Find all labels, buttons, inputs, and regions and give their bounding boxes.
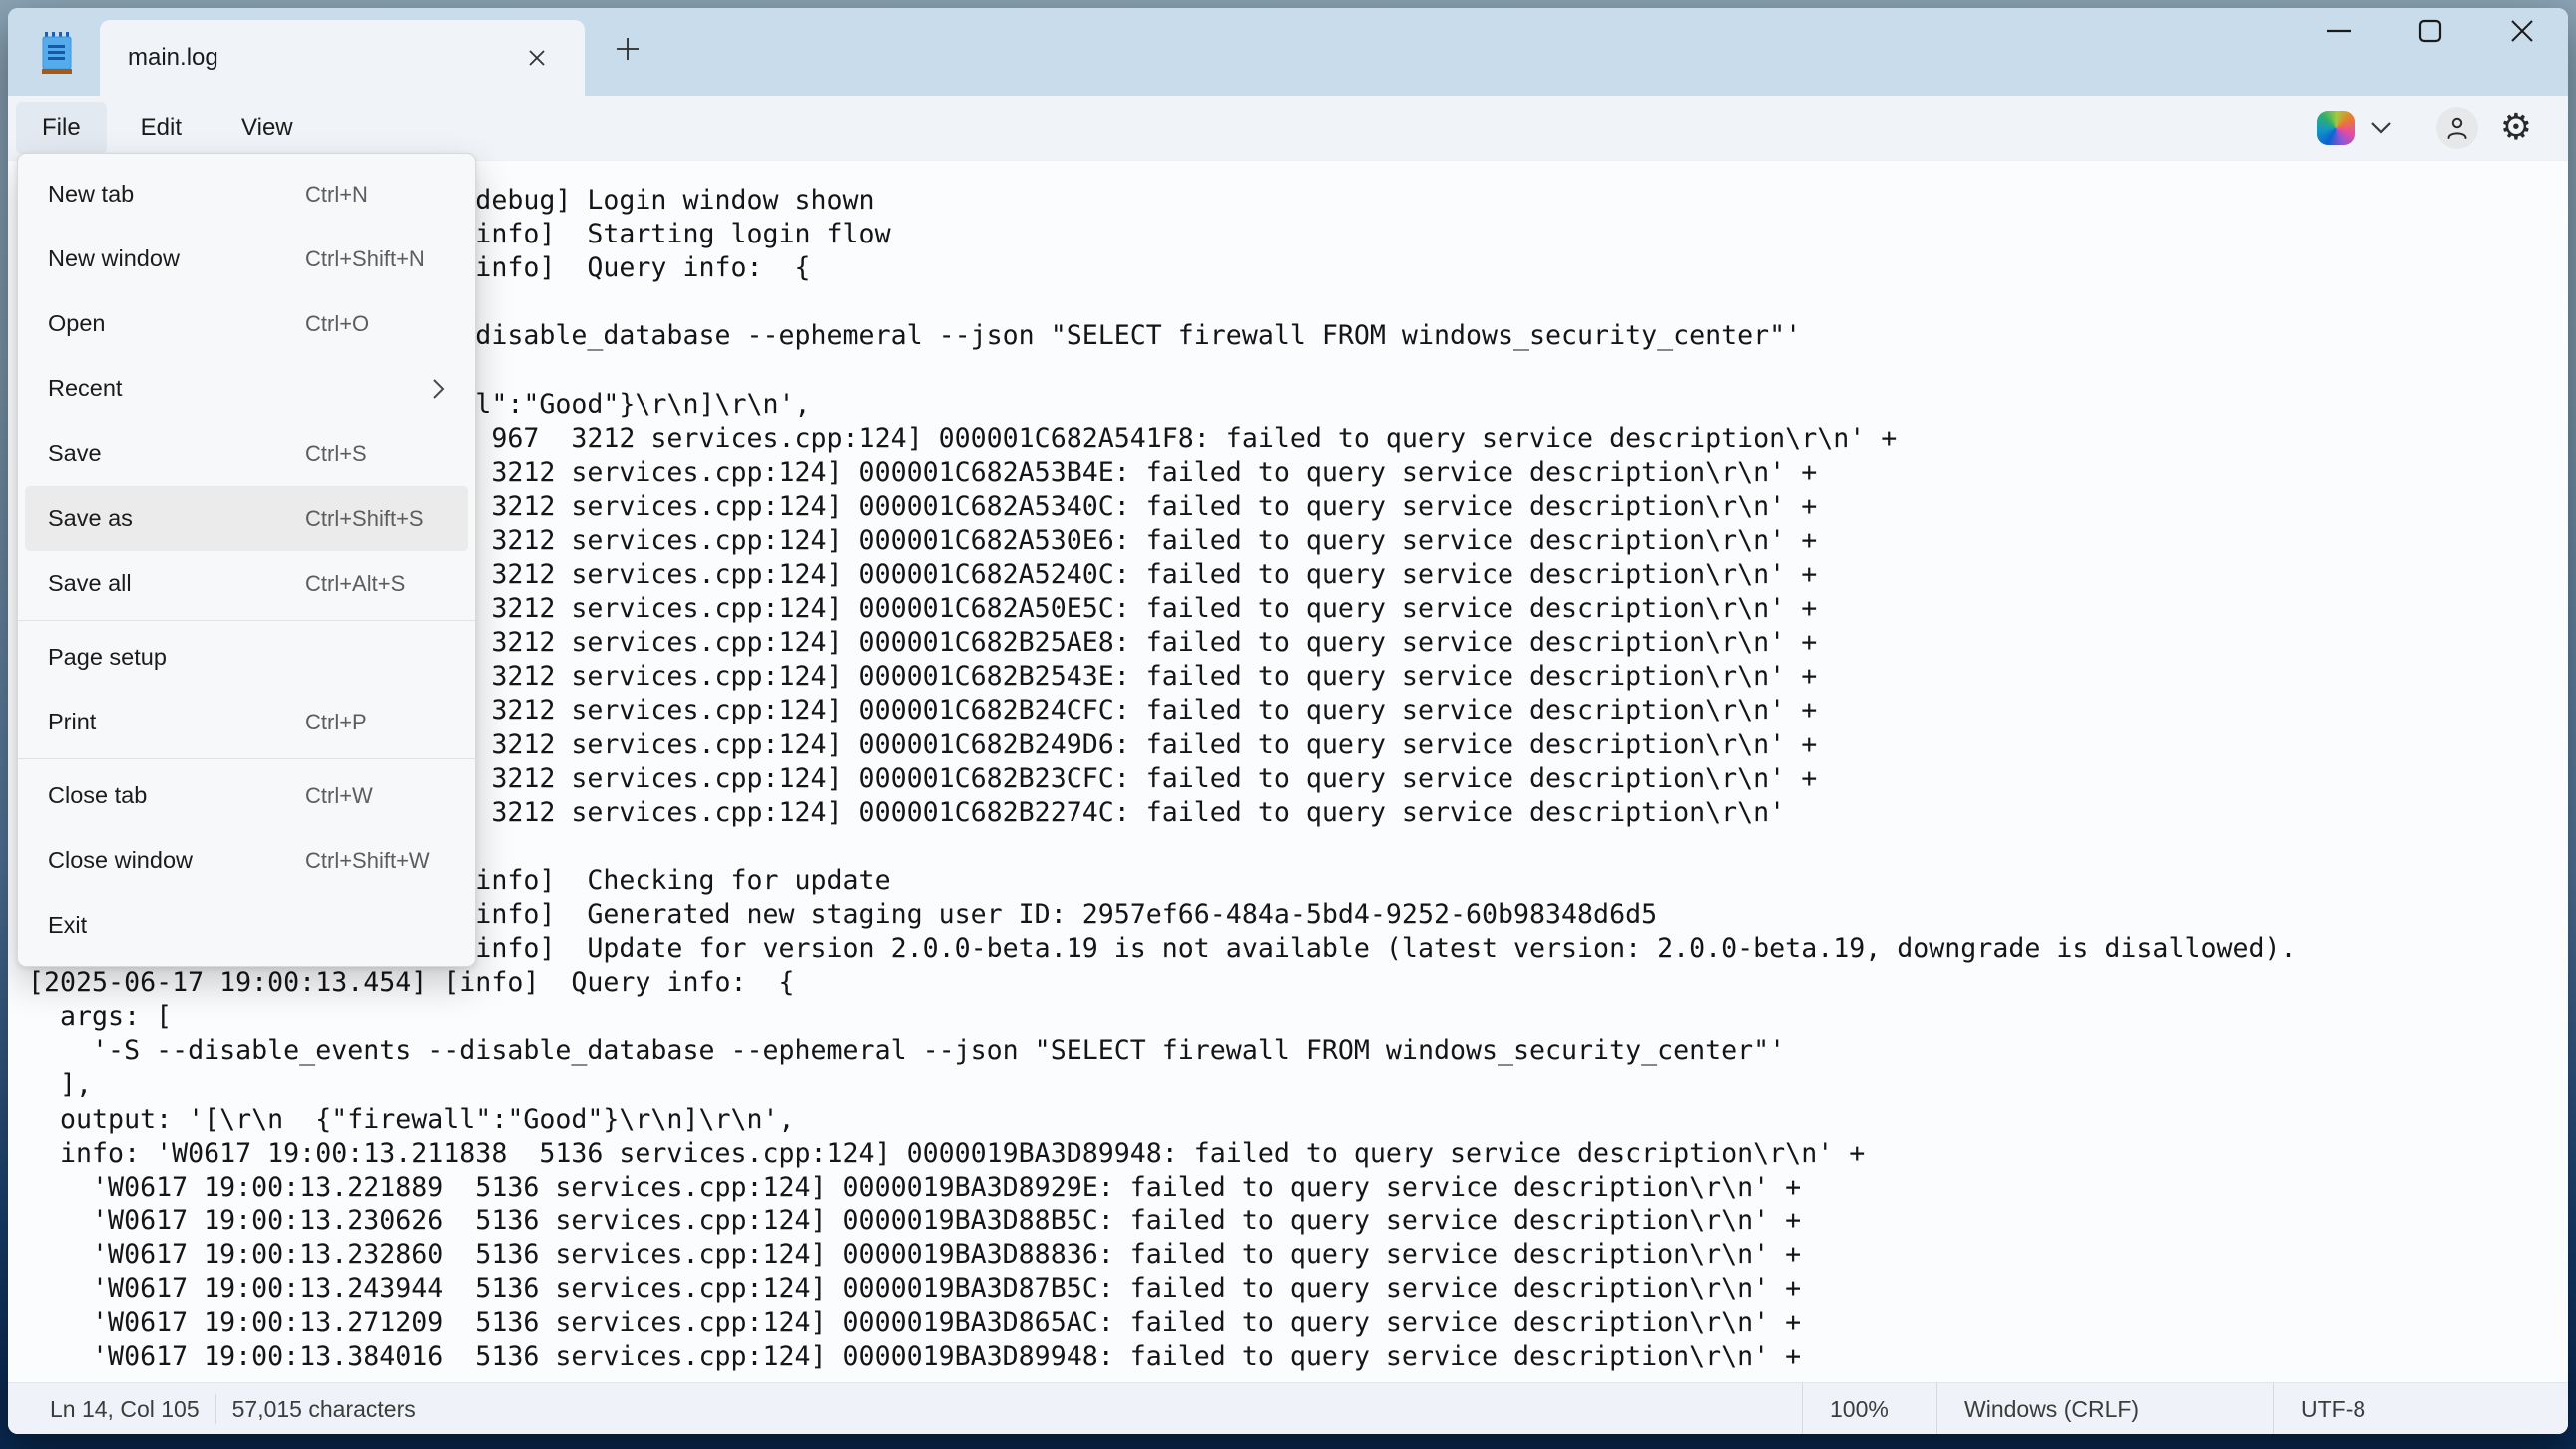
menu-item-shortcut: Ctrl+S bbox=[305, 441, 367, 467]
menu-view[interactable]: View bbox=[215, 102, 319, 154]
file-menu-item-save[interactable]: SaveCtrl+S bbox=[25, 421, 468, 486]
notepad-app-icon bbox=[42, 32, 72, 76]
menu-item-shortcut: Ctrl+Alt+S bbox=[305, 571, 405, 597]
file-menu: New tabCtrl+NNew windowCtrl+Shift+NOpenC… bbox=[17, 153, 476, 967]
file-menu-item-page-setup[interactable]: Page setup bbox=[25, 625, 468, 690]
menu-item-shortcut: Ctrl+N bbox=[305, 182, 368, 208]
copilot-icon bbox=[2317, 111, 2355, 145]
close-icon bbox=[2509, 18, 2535, 44]
new-tab-button[interactable] bbox=[605, 29, 650, 69]
file-menu-item-close-tab[interactable]: Close tabCtrl+W bbox=[25, 763, 468, 828]
menu-item-label: Open bbox=[48, 310, 305, 337]
chevron-right-icon bbox=[432, 378, 445, 400]
menu-item-label: Save all bbox=[48, 570, 305, 597]
menu-item-label: Recent bbox=[48, 375, 305, 402]
file-menu-item-open[interactable]: OpenCtrl+O bbox=[25, 291, 468, 356]
file-menu-item-new-window[interactable]: New windowCtrl+Shift+N bbox=[25, 227, 468, 291]
tab-main-log[interactable]: main.log bbox=[100, 20, 585, 96]
file-menu-item-exit[interactable]: Exit bbox=[25, 893, 468, 958]
menu-item-label: Save as bbox=[48, 505, 305, 532]
menu-item-label: New tab bbox=[48, 181, 305, 208]
settings-button[interactable]: ⚙ bbox=[2500, 110, 2532, 146]
file-menu-item-recent[interactable]: Recent bbox=[25, 356, 468, 421]
account-button[interactable] bbox=[2436, 107, 2478, 149]
menu-item-shortcut: Ctrl+Shift+S bbox=[305, 506, 424, 532]
copilot-button[interactable] bbox=[2317, 111, 2392, 145]
menu-item-label: Exit bbox=[48, 912, 305, 939]
status-encoding: UTF-8 bbox=[2273, 1383, 2365, 1434]
menu-separator bbox=[18, 620, 475, 621]
close-button[interactable] bbox=[2476, 8, 2568, 54]
menu-item-shortcut: Ctrl+Shift+N bbox=[305, 246, 425, 272]
maximize-icon bbox=[2418, 19, 2442, 43]
chevron-down-icon bbox=[2370, 121, 2392, 135]
notepad-window: main.log bbox=[8, 8, 2568, 1434]
menu-item-shortcut: Ctrl+W bbox=[305, 783, 373, 809]
close-tab-button[interactable] bbox=[519, 41, 555, 75]
menu-item-label: Page setup bbox=[48, 644, 305, 671]
file-menu-item-print[interactable]: PrintCtrl+P bbox=[25, 690, 468, 754]
status-left: Ln 14, Col 105 57,015 characters bbox=[50, 1383, 416, 1434]
menubar: FileEditView ⚙ bbox=[8, 96, 2568, 160]
menu-edit[interactable]: Edit bbox=[115, 102, 208, 154]
person-icon bbox=[2444, 115, 2470, 141]
file-menu-item-save-all[interactable]: Save allCtrl+Alt+S bbox=[25, 551, 468, 616]
menu-file[interactable]: File bbox=[16, 102, 107, 154]
menubar-right: ⚙ bbox=[2317, 96, 2532, 160]
menu-item-shortcut: Ctrl+P bbox=[305, 710, 367, 735]
close-icon bbox=[527, 48, 547, 68]
menubar-items: FileEditView bbox=[16, 102, 2568, 154]
file-menu-item-new-tab[interactable]: New tabCtrl+N bbox=[25, 162, 468, 227]
statusbar: Ln 14, Col 105 57,015 characters 100% Win… bbox=[8, 1382, 2568, 1434]
menu-separator bbox=[18, 758, 475, 759]
tab-label: main.log bbox=[128, 20, 218, 96]
minimize-icon bbox=[2326, 29, 2352, 33]
menu-item-label: Close window bbox=[48, 847, 305, 874]
menu-item-label: Close tab bbox=[48, 782, 305, 809]
plus-icon bbox=[615, 36, 641, 62]
status-divider bbox=[215, 1394, 216, 1424]
menu-item-label: Print bbox=[48, 709, 305, 735]
menu-item-shortcut: Ctrl+Shift+W bbox=[305, 848, 430, 874]
menu-item-label: Save bbox=[48, 440, 305, 467]
status-zoom: 100% bbox=[1802, 1383, 1889, 1434]
status-cursor-position: Ln 14, Col 105 bbox=[50, 1396, 200, 1423]
file-menu-item-close-window[interactable]: Close windowCtrl+Shift+W bbox=[25, 828, 468, 893]
status-line-ending: Windows (CRLF) bbox=[1936, 1383, 2139, 1434]
status-char-count: 57,015 characters bbox=[232, 1396, 416, 1423]
menu-item-label: New window bbox=[48, 245, 305, 272]
gear-icon: ⚙ bbox=[2500, 107, 2532, 148]
titlebar[interactable]: main.log bbox=[8, 8, 2568, 96]
window-controls bbox=[2293, 8, 2568, 54]
file-menu-item-save-as[interactable]: Save asCtrl+Shift+S bbox=[25, 486, 468, 551]
menu-item-shortcut: Ctrl+O bbox=[305, 311, 369, 337]
maximize-button[interactable] bbox=[2384, 8, 2476, 54]
minimize-button[interactable] bbox=[2293, 8, 2384, 54]
